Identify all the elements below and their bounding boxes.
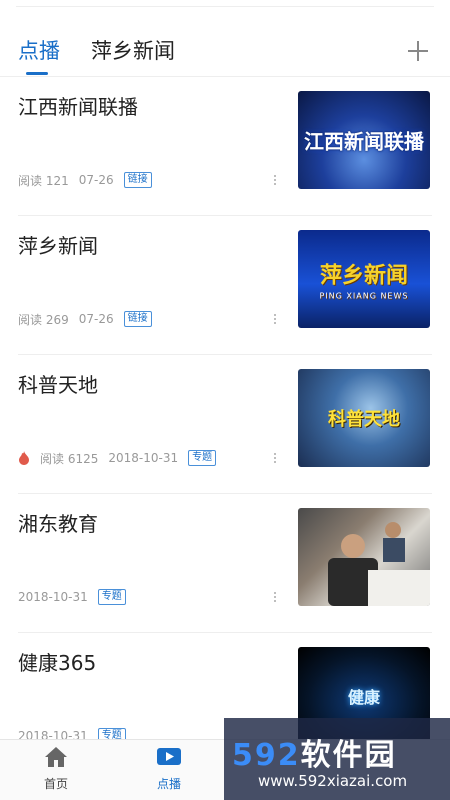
thumbnail [298, 508, 430, 606]
thumbnail-caption: 健康 [347, 688, 380, 707]
nav-vod-label: 点播 [156, 777, 181, 791]
watermark-number: 592 [232, 738, 301, 773]
watermark-name: 软件园 [300, 738, 397, 773]
list-item[interactable]: 科普天地 阅读 6125 2018-10-31 专题 科普天地 [18, 355, 432, 494]
item-title: 江西新闻联播 [18, 95, 138, 119]
watermark-url: www.592xiazai.com [258, 772, 408, 790]
list-item[interactable]: 湘东教育 2018-10-31 专题 [18, 494, 432, 633]
list-item[interactable]: 萍乡新闻 阅读 269 07-26 链接 萍乡新闻 PING XIANG NEW… [18, 216, 432, 355]
item-date: 2018-10-31 [108, 451, 179, 465]
home-icon [45, 747, 67, 767]
site-watermark: 592软件园 www.592xiazai.com [224, 718, 450, 800]
meeting-photo [328, 522, 430, 606]
item-date: 07-26 [78, 312, 114, 326]
video-play-icon [157, 748, 181, 765]
nav-home[interactable]: 首页 [26, 746, 86, 792]
item-meta: 阅读 121 07-26 链接 [18, 171, 152, 189]
item-tag: 专题 [97, 589, 126, 605]
item-title: 科普天地 [18, 373, 98, 397]
item-tag: 链接 [123, 172, 152, 188]
thumbnail-caption: 科普天地 [328, 409, 400, 430]
hot-fire-icon [19, 451, 29, 465]
thumbnail-caption: 江西新闻联播 [304, 129, 424, 154]
read-count: 阅读 121 [18, 173, 69, 188]
item-meta: 阅读 6125 2018-10-31 专题 [18, 449, 217, 467]
more-options-icon[interactable] [273, 173, 277, 187]
thumbnail: 科普天地 [298, 369, 430, 467]
item-date: 2018-10-31 [18, 590, 88, 604]
nav-home-label: 首页 [43, 777, 68, 791]
tab-pingxiang-news[interactable]: 萍乡新闻 [91, 38, 175, 64]
thumbnail-caption: 萍乡新闻 PING XIANG NEWS [298, 258, 430, 301]
thumbnail: 萍乡新闻 PING XIANG NEWS [298, 230, 430, 328]
item-meta: 阅读 269 07-26 链接 [18, 310, 152, 328]
item-title: 湘东教育 [18, 512, 98, 536]
program-list: 江西新闻联播 阅读 121 07-26 链接 江西新闻联播 萍乡新闻 阅读 26… [0, 77, 450, 771]
active-tab-indicator [26, 72, 48, 75]
read-count: 阅读 269 [18, 312, 69, 327]
add-channel-icon[interactable] [408, 38, 434, 64]
more-options-icon[interactable] [273, 312, 277, 326]
item-title: 萍乡新闻 [18, 234, 98, 258]
more-options-icon[interactable] [273, 451, 277, 465]
item-meta: 2018-10-31 专题 [18, 588, 126, 606]
tab-bar: 点播 萍乡新闻 [0, 30, 450, 77]
item-date: 07-26 [78, 173, 114, 187]
nav-vod[interactable]: 点播 [139, 746, 199, 792]
list-item[interactable]: 江西新闻联播 阅读 121 07-26 链接 江西新闻联播 [18, 77, 432, 216]
thumbnail-subcaption: PING XIANG NEWS [319, 291, 409, 301]
item-tag: 链接 [123, 311, 152, 327]
top-divider [16, 6, 434, 7]
tab-vod[interactable]: 点播 [18, 38, 60, 64]
more-options-icon[interactable] [273, 590, 277, 604]
read-count: 阅读 6125 [40, 451, 99, 466]
item-title: 健康365 [18, 651, 97, 675]
thumbnail: 江西新闻联播 [298, 91, 430, 189]
item-tag: 专题 [188, 450, 217, 466]
